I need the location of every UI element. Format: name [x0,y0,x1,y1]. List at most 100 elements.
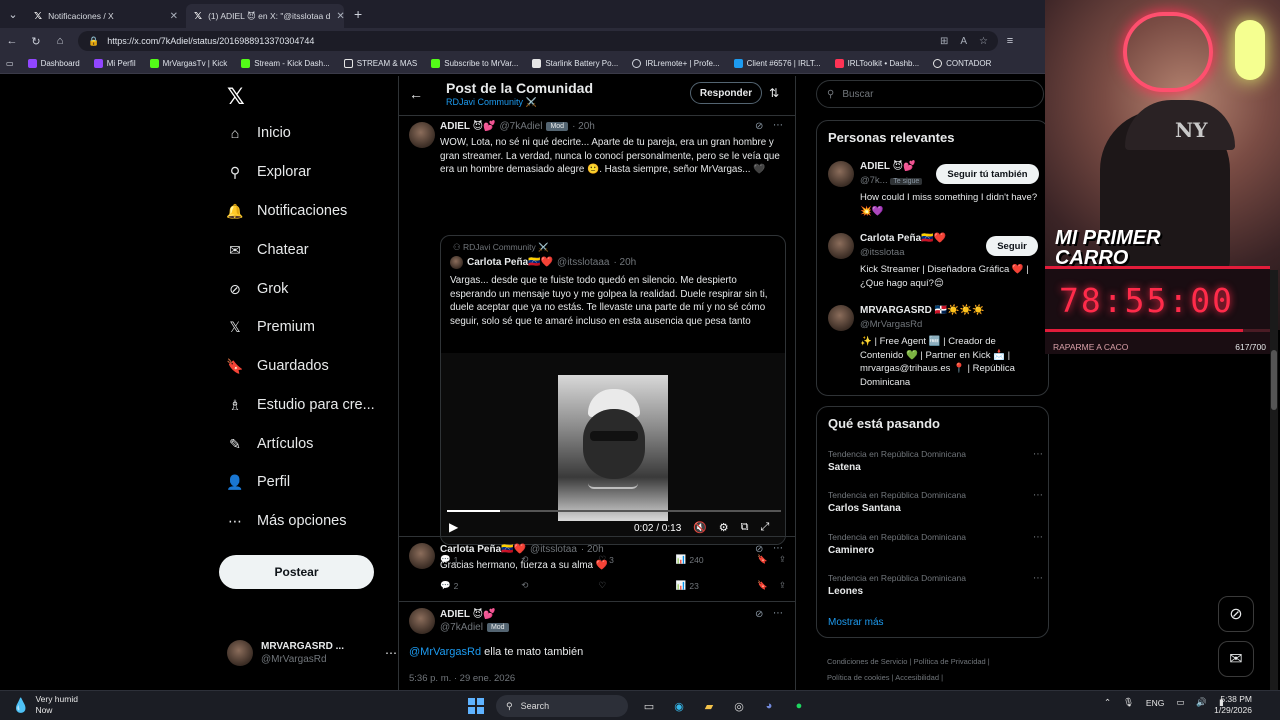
person-card[interactable]: ADIEL 😈💕 @7k... Te sigue Seguir tú tambi… [828,161,1043,221]
edge-browser-icon[interactable]: ◉ [670,697,688,715]
bookmark-item[interactable]: Starlink Battery Po... [532,59,618,68]
tab-actions-menu-icon[interactable]: ⌄ [0,0,26,28]
read-aloud-icon[interactable]: A [960,36,967,47]
nav-item-articles[interactable]: ✎ Artículos [227,436,313,453]
bookmark-item[interactable]: Mi Perfil [93,59,136,68]
file-explorer-icon[interactable]: ▰ [700,697,718,715]
repost-action[interactable]: ⟲ [521,580,598,591]
microphone-icon[interactable]: 🎙 [1123,697,1134,708]
more-dots-icon[interactable]: ⋯ [773,120,783,131]
bookmark-item[interactable]: IRLToolkit • Dashb... [834,59,919,68]
scrollbar-thumb[interactable] [1271,350,1277,410]
close-tab-icon[interactable]: ✕ [336,11,344,22]
more-dots-icon[interactable]: ⋯ [385,646,397,660]
more-dots-icon[interactable]: ⋯ [773,543,783,554]
more-dots-icon[interactable]: ⋯ [1033,490,1043,501]
author-handle[interactable]: @7kAdiel [499,121,542,132]
community-link[interactable]: RDJavi Community ⚔️ [446,97,537,108]
quoted-post[interactable]: ⚇ RDJavi Community ⚔️ Carlota Peña🇻🇪❤️ @… [440,235,786,545]
views-action[interactable]: 📊 23 [676,580,757,591]
back-arrow-icon[interactable]: ← [409,86,423,102]
filter-icon[interactable]: ⇅ [769,86,779,100]
pip-icon[interactable]: ⧉ [741,521,749,534]
trend-item[interactable]: Tendencia en República Dominicana Carlos … [828,490,1043,514]
network-icon[interactable]: ▭ [1176,697,1184,708]
author-name[interactable]: Carlota Peña🇻🇪❤️ [440,544,526,555]
bookmark-item[interactable]: Stream - Kick Dash... [241,59,330,68]
taskbar-search[interactable]: ⚲ Search [496,695,628,717]
browser-tab-post[interactable]: 𝕏 (1) ADIEL 😈 en X: "@itsslotaa d ✕ [186,4,344,28]
avatar[interactable] [409,543,435,569]
reply-action[interactable]: 💬 2 [440,580,521,591]
reply-button[interactable]: Responder [690,82,762,104]
more-dots-icon[interactable]: ⋯ [1033,532,1043,543]
mention-link[interactable]: @MrVargasRd [409,646,481,658]
person-card[interactable]: MRVARGASRD 🇩🇴☀️☀️☀️ @MrVargasRd ✨ | Free… [828,305,1043,388]
search-input[interactable]: ⚲ Buscar [816,80,1044,108]
home-icon[interactable]: ⌂ [48,35,72,47]
nav-item-home[interactable]: ⌂ Inicio [227,125,291,141]
like-action[interactable]: ♡ [599,580,676,591]
follow-button[interactable]: Seguir [986,236,1038,256]
settings-gear-icon[interactable]: ⚙ [719,521,729,534]
trend-item[interactable]: Tendencia en República Dominicana Satena ⋯ [828,449,1043,473]
fullscreen-icon[interactable]: ⤢ [760,521,769,534]
account-switcher[interactable]: MRVARGASRD ... @MrVargasRd ⋯ [227,640,397,666]
favorite-star-icon[interactable]: ☆ [979,36,988,47]
share-icon[interactable]: ⇪ [779,580,786,591]
reply-post[interactable]: Carlota Peña🇻🇪❤️ @itsslotaa · 20h ⊘ ⋯ Gr… [399,536,795,600]
nav-item-more[interactable]: ⋯ Más opciones [227,513,346,530]
windows-start-icon[interactable] [468,698,484,714]
author-name[interactable]: ADIEL 😈💕 [440,609,495,620]
footer-link[interactable]: Política de Privacidad [914,657,986,666]
apps-icon[interactable]: ⊞ [940,36,948,47]
back-icon[interactable]: ← [0,35,24,47]
browser-tab-notifications[interactable]: 𝕏 Notificaciones / X ✕ [26,4,186,28]
bookmark-item[interactable]: STREAM & MAS [343,59,417,68]
grok-fab-icon[interactable]: ⊘ [1218,596,1254,632]
trend-item[interactable]: Tendencia en República Dominicana Leones ⋯ [828,573,1043,597]
more-dots-icon[interactable]: ⋯ [1033,449,1043,460]
bookmark-icon[interactable]: 🔖 [757,580,779,591]
author-handle[interactable]: @7kAdiel [440,622,483,633]
page-scrollbar[interactable] [1270,270,1278,690]
nav-item-explore[interactable]: ⚲ Explorar [227,164,311,181]
footer-link[interactable]: Política de cookies [827,673,890,682]
grok-icon[interactable]: ⊘ [755,609,763,620]
nav-item-notifications[interactable]: 🔔 Notificaciones [226,203,347,220]
bookmark-item[interactable]: Dashboard [27,59,80,68]
post-timestamp[interactable]: 5:36 p. m. · 29 ene. 2026 [409,673,515,684]
show-more-link[interactable]: Mostrar más [828,617,884,628]
spotify-icon[interactable]: ● [790,697,808,715]
grok-icon[interactable]: ⊘ [755,121,763,132]
avatar[interactable] [409,122,435,148]
nav-item-studio[interactable]: ♗ Estudio para cre... [227,397,375,414]
nav-item-profile[interactable]: 👤 Perfil [226,474,290,491]
person-card[interactable]: Carlota Peña🇻🇪❤️ @itsslotaa Seguir Kick … [828,233,1043,293]
x-logo-icon[interactable]: 𝕏 [227,84,245,110]
messages-fab-icon[interactable]: ✉ [1218,641,1254,677]
bookmark-item[interactable]: Subscribe to MrVar... [431,59,518,68]
new-tab-icon[interactable]: + [354,6,362,22]
author-handle[interactable]: @itsslotaa [530,544,577,555]
url-input[interactable]: 🔒 https://x.com/7kAdiel/status/201698891… [78,31,998,51]
bookmark-item[interactable]: Client #6576 | IRLT... [733,59,821,68]
video-progress-bar[interactable] [447,510,781,512]
follow-back-button[interactable]: Seguir tú también [936,164,1039,184]
footer-link[interactable]: Condiciones de Servicio [827,657,907,666]
author-name[interactable]: ADIEL 😈💕 [440,121,495,132]
play-icon[interactable]: ▶ [449,520,458,534]
post-button[interactable]: Postear [219,555,374,589]
video-player[interactable]: ▶ 0:02 / 0:13 🔇 ⚙ ⧉ ⤢ [441,353,785,544]
trend-item[interactable]: Tendencia en República Dominicana Caminer… [828,532,1043,556]
grok-icon[interactable]: ⊘ [755,544,763,555]
footer-link[interactable]: Accesibilidad [895,673,939,682]
close-tab-icon[interactable]: ✕ [170,11,178,22]
bookmark-item[interactable]: MrVargasTv | Kick [149,59,227,68]
volume-icon[interactable]: 🔊 [1196,697,1207,708]
task-view-icon[interactable]: ▭ [640,697,658,715]
taskbar-clock[interactable]: 5:38 PM 1/29/2026 [1212,694,1252,716]
discord-icon[interactable]: ◕ [760,697,778,715]
bookmark-item[interactable]: CONTADOR [933,59,991,68]
language-indicator[interactable]: ENG [1146,698,1164,708]
